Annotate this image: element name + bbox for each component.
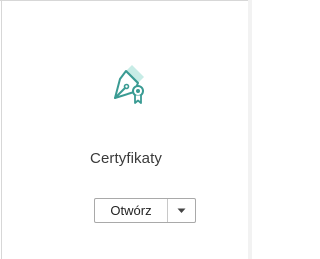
card-right-scroll-gutter [248,0,252,259]
card-top-border [0,0,252,1]
open-button[interactable]: Otwórz [95,199,167,222]
tool-title: Certyfikaty [90,150,162,167]
chevron-down-icon [177,208,186,213]
pen-nib-certificate-icon [114,65,144,104]
open-dropdown-button[interactable] [168,199,195,222]
certificates-tool-card: Certyfikaty Otwórz [0,0,252,259]
card-left-border [1,0,2,259]
open-split-button[interactable]: Otwórz [94,198,196,223]
